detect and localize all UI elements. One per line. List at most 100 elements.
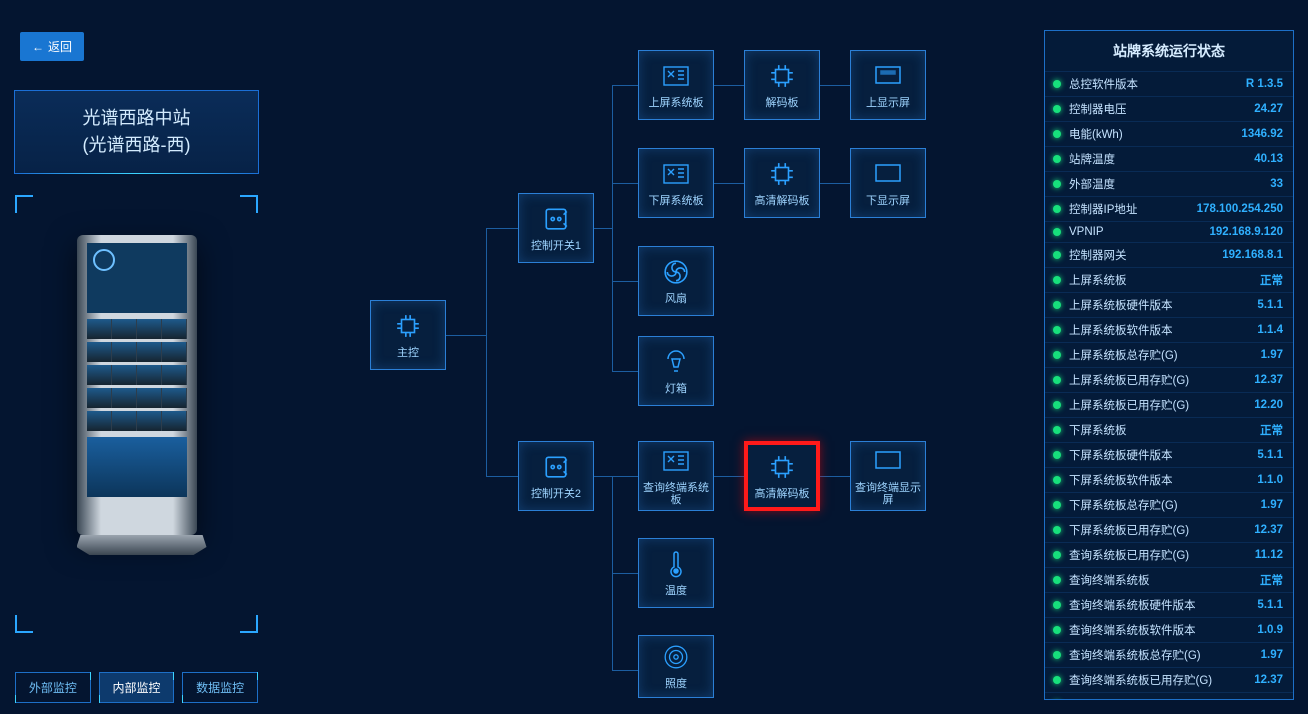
status-label: 站牌温度 [1069, 151, 1250, 167]
kiosk-image [77, 235, 197, 555]
status-panel-title: 站牌系统运行状态 [1045, 31, 1293, 71]
status-dot-icon [1053, 326, 1061, 334]
status-label: 总控软件版本 [1069, 76, 1242, 92]
node-label: 高清解码板 [755, 195, 810, 207]
status-value: 178.100.254.250 [1197, 203, 1283, 215]
status-row: 下屏系统板已用存贮(G)12.37 [1045, 517, 1293, 542]
status-dot-icon [1053, 401, 1061, 409]
node-display-query[interactable]: 查询终端显示屏 [850, 441, 926, 511]
node-master[interactable]: 主控 [370, 300, 446, 370]
status-label: 下屏系统板已用存贮(G) [1069, 522, 1250, 538]
status-value: R 1.3.5 [1246, 78, 1283, 90]
status-dot-icon [1053, 576, 1061, 584]
status-dot-icon [1053, 676, 1061, 684]
node-label: 控制开关1 [531, 240, 581, 252]
node-label: 查询终端系统板 [639, 482, 713, 506]
board-icon [661, 61, 691, 91]
node-decode[interactable]: 解码板 [744, 50, 820, 120]
node-hd-decode-1[interactable]: 高清解码板 [744, 148, 820, 218]
node-label: 下屏系统板 [649, 195, 704, 207]
status-label: 查询终端系统板硬件版本 [1069, 597, 1253, 613]
back-label: 返回 [48, 38, 72, 55]
node-bottom-system[interactable]: 下屏系统板 [638, 148, 714, 218]
status-row: 外部温度 33 [1045, 171, 1293, 196]
status-label: VPNIP [1069, 226, 1205, 238]
status-value: 1.1.4 [1257, 324, 1283, 336]
tab-data[interactable]: 数据监控 [182, 672, 258, 703]
status-label: 控制器电压 [1069, 101, 1250, 117]
status-row: 查询终端系统板已用存贮(G)12.37 [1045, 667, 1293, 692]
status-row: 下屏系统板总存贮(G)1.97 [1045, 492, 1293, 517]
brightness-icon [661, 642, 691, 672]
status-dot-icon [1053, 601, 1061, 609]
status-label: 上屏系统板已用存贮(G) [1069, 397, 1250, 413]
status-value: 1.97 [1261, 649, 1283, 661]
status-dot-icon [1053, 426, 1061, 434]
node-switch2[interactable]: 控制开关2 [518, 441, 594, 511]
monitor-icon [873, 61, 903, 91]
status-row: 查询终端系统板总存贮(G)1.97 [1045, 642, 1293, 667]
node-label: 高清解码板 [755, 488, 810, 500]
status-value: 12.20 [1254, 399, 1283, 411]
status-row: 控制器网关 192.168.8.1 [1045, 242, 1293, 267]
back-button[interactable]: 返回 [20, 32, 84, 61]
node-brightness[interactable]: 照度 [638, 635, 714, 698]
status-list: 总控软件版本R 1.3.5控制器电压24.27电能(kWh)1346.92站牌温… [1045, 71, 1293, 700]
status-row: 总控软件版本 R 1.3.5 [1045, 71, 1293, 96]
node-display-bottom[interactable]: 下显示屏 [850, 148, 926, 218]
status-value: 正常 [1260, 572, 1283, 588]
status-label: 下屏系统板软件版本 [1069, 472, 1253, 488]
node-fan[interactable]: 风扇 [638, 246, 714, 316]
status-value: 33 [1270, 178, 1283, 190]
status-row: 查询终端系统板硬件版本5.1.1 [1045, 592, 1293, 617]
status-value: 5.1.1 [1257, 299, 1283, 311]
status-row: 查询终端系统板软件版本1.0.9 [1045, 617, 1293, 642]
station-title-line2: (光谱西路-西) [15, 132, 258, 159]
status-label: 控制器网关 [1069, 247, 1218, 263]
status-value: 24.27 [1254, 103, 1283, 115]
status-row: 上屏系统板软件版本 1.1.4 [1045, 317, 1293, 342]
node-label: 上屏系统板 [649, 97, 704, 109]
tab-external[interactable]: 外部监控 [15, 672, 91, 703]
status-value: 192.168.8.1 [1222, 249, 1283, 261]
status-value: 1346.92 [1241, 128, 1283, 140]
status-row: 查询终端系统板正常 [1045, 567, 1293, 592]
status-dot-icon [1053, 301, 1061, 309]
status-label: 上屏系统板软件版本 [1069, 322, 1253, 338]
status-label: 外部温度 [1069, 176, 1266, 192]
status-label: 查询终端系统板已用存贮(G) [1069, 697, 1251, 700]
status-row: 上屏系统板硬件版本5.1.1 [1045, 292, 1293, 317]
board-icon [661, 159, 691, 189]
status-dot-icon [1053, 228, 1061, 236]
status-row: 下屏系统板硬件版本5.1.1 [1045, 442, 1293, 467]
node-switch1[interactable]: 控制开关1 [518, 193, 594, 263]
status-value: 40.13 [1254, 153, 1283, 165]
status-label: 下屏系统板总存贮(G) [1069, 497, 1257, 513]
socket-icon [541, 452, 571, 482]
status-row: 控制器IP地址178.100.254.250 [1045, 196, 1293, 221]
node-label: 查询终端显示屏 [851, 482, 925, 506]
node-query-system[interactable]: 查询终端系统板 [638, 441, 714, 511]
node-display-top[interactable]: 上显示屏 [850, 50, 926, 120]
monitor-icon [873, 446, 903, 476]
status-label: 上屏系统板 [1069, 272, 1256, 288]
node-label: 灯箱 [665, 383, 687, 395]
status-row: 控制器电压 24.27 [1045, 96, 1293, 121]
status-row: 电能(kWh)1346.92 [1045, 121, 1293, 146]
tab-internal[interactable]: 内部监控 [99, 672, 175, 703]
node-temperature[interactable]: 温度 [638, 538, 714, 608]
node-lightbox[interactable]: 灯箱 [638, 336, 714, 406]
node-label: 控制开关2 [531, 488, 581, 500]
left-panel: 光谱西路中站 (光谱西路-西) 外部监控 内部监控 数据监控 [14, 90, 259, 704]
status-row: 下屏系统板软件版本1.1.0 [1045, 467, 1293, 492]
status-dot-icon [1053, 155, 1061, 163]
status-value: 192.168.9.120 [1209, 226, 1283, 238]
status-dot-icon [1053, 80, 1061, 88]
status-row: 站牌温度 40.13 [1045, 146, 1293, 171]
status-dot-icon [1053, 276, 1061, 284]
status-label: 下屏系统板 [1069, 422, 1256, 438]
status-value: 11.12 [1255, 549, 1283, 561]
lamp-icon [661, 347, 691, 377]
node-top-system[interactable]: 上屏系统板 [638, 50, 714, 120]
node-hd-decode-2[interactable]: 高清解码板 [744, 441, 820, 511]
